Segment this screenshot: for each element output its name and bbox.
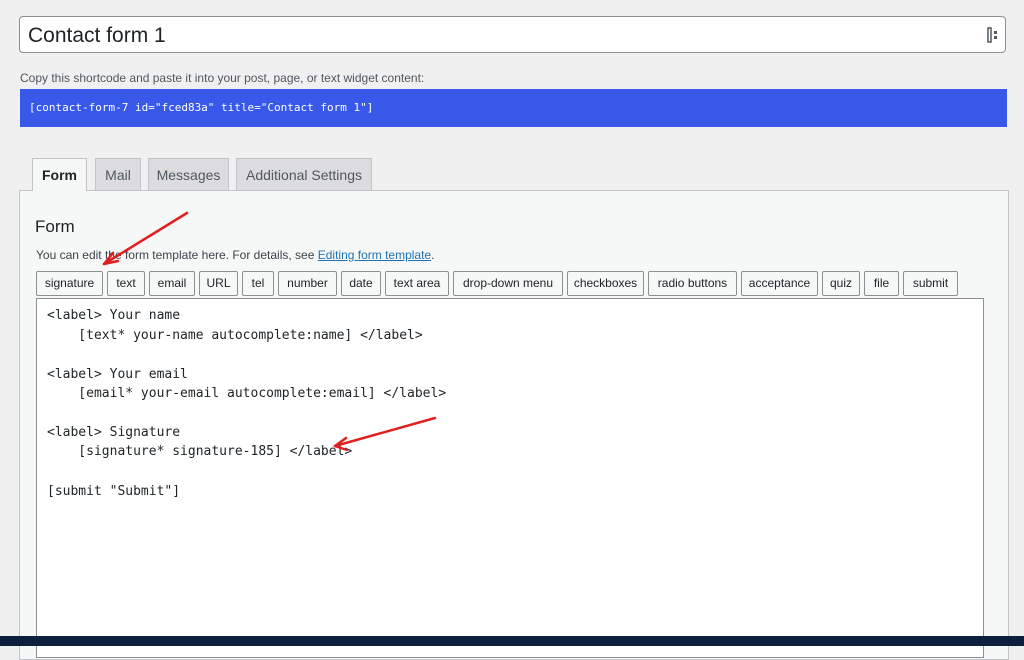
- tag-button-text-area[interactable]: text area: [385, 271, 449, 296]
- form-title-text: Contact form 1: [28, 24, 166, 47]
- template-line: [email* your-email autocomplete:email] <…: [47, 386, 447, 401]
- template-line: <label> Signature: [47, 425, 181, 440]
- tag-button-checkboxes[interactable]: checkboxes: [567, 271, 644, 296]
- editing-form-template-link[interactable]: Editing form template: [318, 248, 431, 262]
- tab-form[interactable]: Form: [32, 158, 87, 191]
- tab-messages[interactable]: Messages: [148, 158, 229, 190]
- form-title-input[interactable]: Contact form 1: [19, 16, 1006, 53]
- taskbar: [0, 636, 1024, 646]
- tab-additional-settings[interactable]: Additional Settings: [236, 158, 372, 190]
- tag-button-quiz[interactable]: quiz: [822, 271, 860, 296]
- tab-mail[interactable]: Mail: [95, 158, 141, 190]
- template-line: [text* your-name autocomplete:name] </la…: [47, 328, 423, 343]
- tag-button-tel[interactable]: tel: [242, 271, 274, 296]
- shortcode-field[interactable]: [contact-form-7 id="fced83a" title="Cont…: [20, 89, 1007, 127]
- tag-button-url[interactable]: URL: [199, 271, 238, 296]
- template-line: <label> Your name: [47, 308, 181, 323]
- template-line: [submit "Submit"]: [47, 484, 181, 499]
- tag-button-signature[interactable]: signature: [36, 271, 103, 296]
- tag-button-file[interactable]: file: [864, 271, 899, 296]
- template-line: [signature* signature-185] </label>: [47, 444, 353, 459]
- keyboard-icon: [987, 27, 997, 43]
- tag-button-email[interactable]: email: [149, 271, 195, 296]
- template-line: <label> Your email: [47, 367, 188, 382]
- panel-description: You can edit the form template here. For…: [36, 248, 434, 262]
- form-template-editor[interactable]: [36, 298, 984, 658]
- tag-button-submit[interactable]: submit: [903, 271, 958, 296]
- panel-desc-suffix: .: [431, 248, 435, 262]
- tag-button-number[interactable]: number: [278, 271, 337, 296]
- tag-button-drop-down-menu[interactable]: drop-down menu: [453, 271, 563, 296]
- tag-button-text[interactable]: text: [107, 271, 145, 296]
- tag-button-acceptance[interactable]: acceptance: [741, 271, 818, 296]
- panel-title: Form: [35, 217, 75, 236]
- shortcode-hint: Copy this shortcode and paste it into yo…: [20, 71, 425, 85]
- panel-desc-prefix: You can edit the form template here. For…: [36, 248, 318, 262]
- tag-button-date[interactable]: date: [341, 271, 381, 296]
- shortcode-text[interactable]: [contact-form-7 id="fced83a" title="Cont…: [29, 101, 373, 114]
- tag-button-radio-buttons[interactable]: radio buttons: [648, 271, 737, 296]
